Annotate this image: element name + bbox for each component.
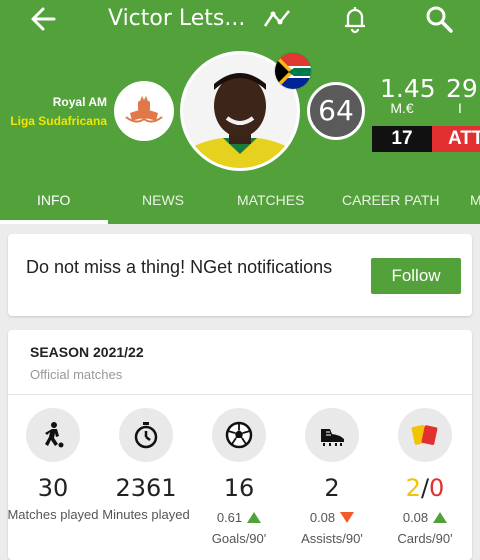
top-bar: Victor Lets... bbox=[0, 0, 480, 38]
club-badge[interactable] bbox=[114, 81, 174, 141]
season-stats-card: SEASON 2021/22 Official matches 30 Match… bbox=[7, 330, 472, 560]
player-rating: 64 bbox=[307, 82, 365, 140]
divider bbox=[8, 394, 472, 395]
yellow-cards-count: 2 bbox=[405, 474, 421, 502]
market-value-unit: M.€ bbox=[390, 100, 414, 116]
cards-separator: / bbox=[420, 474, 430, 502]
bell-icon[interactable] bbox=[340, 4, 370, 34]
stat-minutes: 2361 Minutes played bbox=[100, 408, 192, 524]
notification-card: Do not miss a thing! NGet notifications … bbox=[8, 234, 472, 316]
club-name[interactable]: Royal AM bbox=[53, 95, 107, 109]
stat-assists: 2 0.08 Assists/90' bbox=[286, 408, 378, 548]
cards-icon bbox=[398, 408, 452, 462]
tab-info[interactable]: INFO bbox=[37, 192, 70, 208]
stopwatch-icon bbox=[119, 408, 173, 462]
boot-icon bbox=[305, 408, 359, 462]
stat-cards: 2/0 0.08 Cards/90' bbox=[379, 408, 471, 548]
stat-minutes-label: Minutes played bbox=[102, 507, 190, 522]
player-header: Victor Lets... Royal AM Liga Sudafricana bbox=[0, 0, 480, 224]
red-cards-count: 0 bbox=[429, 474, 445, 502]
season-title: SEASON 2021/22 bbox=[30, 344, 144, 360]
season-subtitle: Official matches bbox=[30, 367, 123, 382]
stat-goals-per90-value: 0.61 bbox=[216, 510, 243, 525]
stat-assists-label: Assists/90' bbox=[301, 531, 363, 546]
market-value: 1.45 bbox=[380, 74, 436, 103]
stat-assists-per90: 0.08 bbox=[286, 510, 378, 526]
player-age-unit: I bbox=[458, 100, 462, 116]
tab-bar: INFO NEWS MATCHES CAREER PATH M bbox=[0, 178, 480, 224]
club-crest-icon bbox=[125, 96, 163, 123]
stat-goals-label: Goals/90' bbox=[211, 531, 267, 546]
trend-up-icon bbox=[433, 512, 448, 523]
position-badge: ATT bbox=[432, 126, 480, 152]
stat-cards-per90-value: 0.08 bbox=[402, 510, 429, 525]
player-age: 29 bbox=[446, 74, 478, 103]
active-tab-indicator bbox=[0, 220, 108, 224]
page-title: Victor Lets... bbox=[108, 6, 246, 31]
league-name[interactable]: Liga Sudafricana bbox=[10, 114, 107, 128]
tab-more[interactable]: M bbox=[470, 192, 480, 208]
trend-up-icon bbox=[247, 512, 262, 523]
notification-text: Do not miss a thing! NGet notifications bbox=[26, 257, 333, 277]
stat-cards-per90: 0.08 bbox=[379, 510, 471, 526]
follow-button[interactable]: Follow bbox=[371, 258, 461, 294]
tab-matches[interactable]: MATCHES bbox=[237, 192, 304, 208]
ball-icon bbox=[212, 408, 266, 462]
stat-cards-value: 2/0 bbox=[379, 474, 471, 502]
search-icon[interactable] bbox=[424, 4, 454, 34]
player-icon bbox=[26, 408, 80, 462]
tab-career-path[interactable]: CAREER PATH bbox=[342, 192, 440, 208]
stat-assists-value: 2 bbox=[324, 474, 340, 502]
stat-assists-per90-value: 0.08 bbox=[309, 510, 336, 525]
stat-matches-value: 30 bbox=[37, 474, 69, 502]
trend-down-icon bbox=[340, 512, 355, 523]
stat-matches-label: Matches played bbox=[7, 507, 99, 522]
shirt-number: 17 bbox=[372, 126, 432, 152]
stat-goals-per90: 0.61 bbox=[193, 510, 285, 526]
stat-minutes-value: 2361 bbox=[115, 474, 177, 502]
stat-cards-label: Cards/90' bbox=[397, 531, 453, 546]
back-arrow-icon[interactable] bbox=[28, 4, 58, 34]
stat-matches: 30 Matches played bbox=[7, 408, 99, 524]
nationality-flag bbox=[274, 52, 312, 90]
stat-goals-value: 16 bbox=[223, 474, 255, 502]
trend-icon[interactable] bbox=[262, 4, 292, 34]
stat-goals: 16 0.61 Goals/90' bbox=[193, 408, 285, 548]
tab-news[interactable]: NEWS bbox=[142, 192, 184, 208]
